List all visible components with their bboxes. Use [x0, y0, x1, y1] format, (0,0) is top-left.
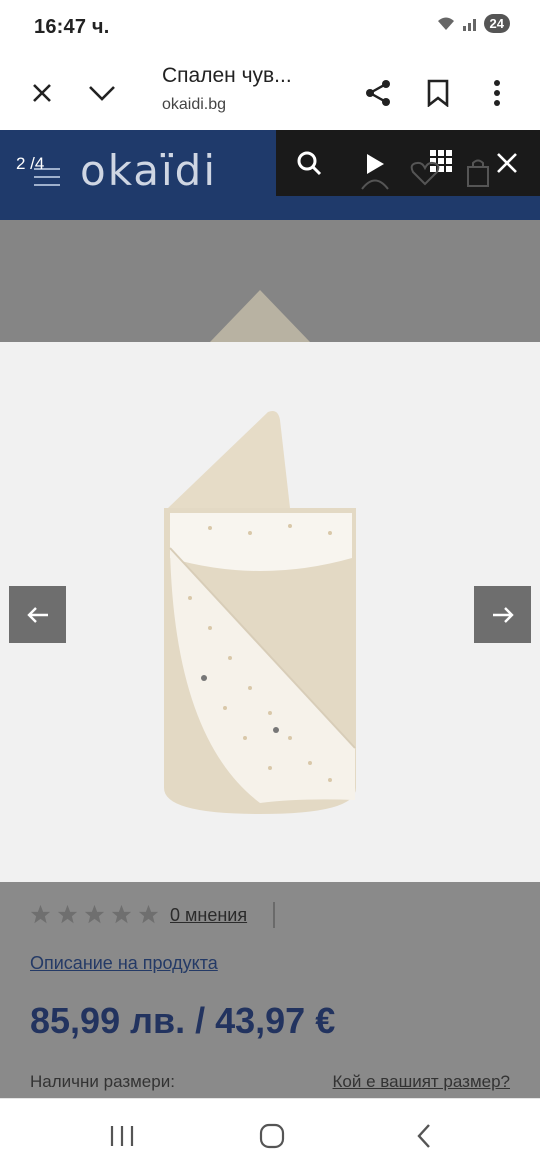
arrow-left-icon — [26, 606, 48, 623]
gallery-counter: 2 /4 — [16, 154, 45, 173]
browser-toolbar: Спален чув... okaidi.bg — [0, 56, 540, 130]
dimmed-background — [0, 220, 540, 342]
search-icon[interactable] — [296, 150, 322, 176]
more-options-icon[interactable] — [475, 71, 519, 115]
available-sizes-label: Налични размери: — [30, 1072, 175, 1091]
product-info: 0 мнения Описание на продукта 85,99 лв. … — [0, 882, 540, 1098]
divider — [273, 902, 275, 928]
previous-image-button[interactable] — [9, 586, 66, 643]
close-gallery-icon[interactable] — [496, 152, 518, 174]
home-icon — [259, 1123, 285, 1149]
site-logo[interactable]: okaïdi — [80, 146, 217, 195]
wifi-icon — [437, 17, 454, 30]
heart-icon[interactable] — [410, 160, 440, 186]
recent-apps-button[interactable] — [102, 1119, 142, 1153]
star-icon — [57, 904, 78, 924]
battery-icon: 24 — [483, 14, 510, 33]
status-icons: 24 — [436, 14, 510, 33]
star-icon — [138, 904, 159, 924]
status-bar: 16:47 ч. 24 — [0, 0, 540, 56]
page-title: Спален чув... — [162, 64, 292, 87]
status-time: 16:47 ч. — [34, 16, 110, 38]
product-description-link[interactable]: Описание на продукта — [30, 953, 218, 974]
back-button[interactable] — [404, 1119, 444, 1153]
next-image-button[interactable] — [474, 586, 531, 643]
cart-icon[interactable] — [466, 158, 490, 188]
close-icon[interactable] — [20, 71, 64, 115]
page-url: okaidi.bg — [162, 96, 227, 113]
rating-stars[interactable] — [30, 904, 159, 925]
product-image-peek — [210, 290, 310, 342]
image-viewer[interactable] — [0, 342, 540, 882]
signal-icon — [462, 18, 476, 31]
user-icon[interactable] — [360, 172, 390, 190]
star-icon — [111, 904, 132, 924]
chevron-down-icon[interactable] — [80, 71, 124, 115]
star-icon — [30, 904, 51, 924]
arrow-right-icon — [492, 606, 514, 623]
product-image — [164, 411, 356, 814]
star-icon — [84, 904, 105, 924]
system-nav-bar — [0, 1098, 540, 1170]
size-guide-link[interactable]: Кой е вашият размер? — [333, 1072, 510, 1092]
share-icon[interactable] — [356, 71, 400, 115]
recent-apps-icon — [110, 1126, 134, 1146]
home-button[interactable] — [252, 1119, 292, 1153]
bookmark-icon[interactable] — [416, 71, 460, 115]
back-icon — [417, 1124, 430, 1148]
product-price: 85,99 лв. / 43,97 € — [30, 1000, 336, 1041]
reviews-link[interactable]: 0 мнения — [170, 905, 247, 926]
